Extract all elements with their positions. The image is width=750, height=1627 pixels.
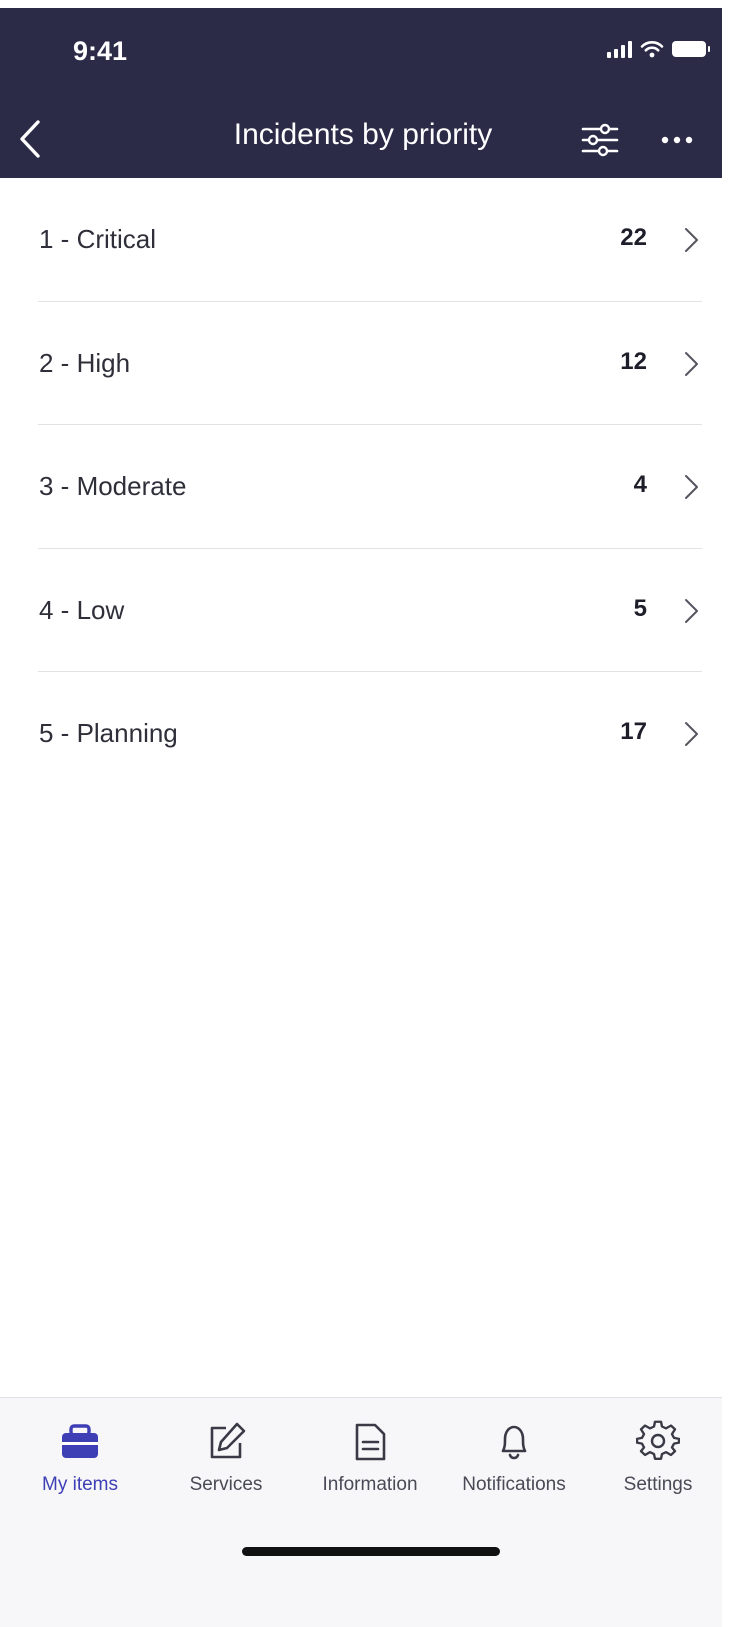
priority-row-high[interactable]: 2 - High 12 <box>0 302 722 425</box>
more-options-icon[interactable] <box>657 122 697 158</box>
background-strip <box>722 0 750 1627</box>
bell-icon <box>501 1425 527 1460</box>
tab-label: Settings <box>623 1474 693 1495</box>
status-icons <box>607 40 710 58</box>
wifi-icon <box>640 41 664 58</box>
priority-label: 3 - Moderate <box>39 471 187 501</box>
incident-count: 12 <box>620 347 647 375</box>
tab-services[interactable]: Services <box>156 1420 296 1496</box>
incident-count: 4 <box>633 471 647 498</box>
tab-label: Services <box>189 1474 263 1495</box>
briefcase-icon <box>62 1424 98 1458</box>
tab-label: My items <box>42 1474 118 1495</box>
tab-bar: My items Services Information Notificati… <box>0 1397 722 1627</box>
priority-row-low[interactable]: 4 - Low 5 <box>0 549 722 672</box>
status-time: 9:41 <box>73 36 128 66</box>
priority-row-planning[interactable]: 5 - Planning 17 <box>0 672 722 796</box>
incident-count: 17 <box>620 718 647 745</box>
home-indicator[interactable] <box>242 1547 500 1556</box>
clipped-text-fragment <box>120 0 320 8</box>
incident-count: 22 <box>620 224 647 251</box>
tab-label: Notifications <box>462 1474 566 1495</box>
priority-label: 5 - Planning <box>39 718 178 748</box>
tab-settings[interactable]: Settings <box>588 1420 722 1496</box>
chevron-right-icon <box>685 351 698 376</box>
priority-list: 1 - Critical 22 2 - High 12 3 - Moderate… <box>0 178 722 796</box>
priority-label: 1 - Critical <box>39 224 157 254</box>
filter-sliders-icon[interactable] <box>580 120 620 160</box>
tab-my-items[interactable]: My items <box>10 1420 150 1496</box>
priority-row-critical[interactable]: 1 - Critical 22 <box>0 178 722 302</box>
priority-label: 2 - High <box>39 347 131 378</box>
chevron-right-icon <box>685 598 698 623</box>
chevron-right-icon <box>685 475 698 499</box>
cellular-signal-icon <box>607 40 632 58</box>
edit-icon <box>210 1422 246 1459</box>
tab-label: Information <box>322 1474 418 1495</box>
incident-count: 5 <box>633 594 647 622</box>
header: 9:41 Incidents by priority <box>0 8 722 178</box>
app-screen: 9:41 Incidents by priority 1 - Critical … <box>0 0 722 1627</box>
priority-row-moderate[interactable]: 3 - Moderate 4 <box>0 425 722 549</box>
gear-icon <box>636 1420 680 1460</box>
document-icon <box>355 1423 386 1461</box>
battery-icon <box>672 41 710 57</box>
chevron-right-icon <box>685 722 698 746</box>
tab-notifications[interactable]: Notifications <box>444 1420 584 1496</box>
priority-label: 4 - Low <box>39 594 125 625</box>
chevron-right-icon <box>685 228 698 252</box>
tab-information[interactable]: Information <box>300 1420 440 1496</box>
